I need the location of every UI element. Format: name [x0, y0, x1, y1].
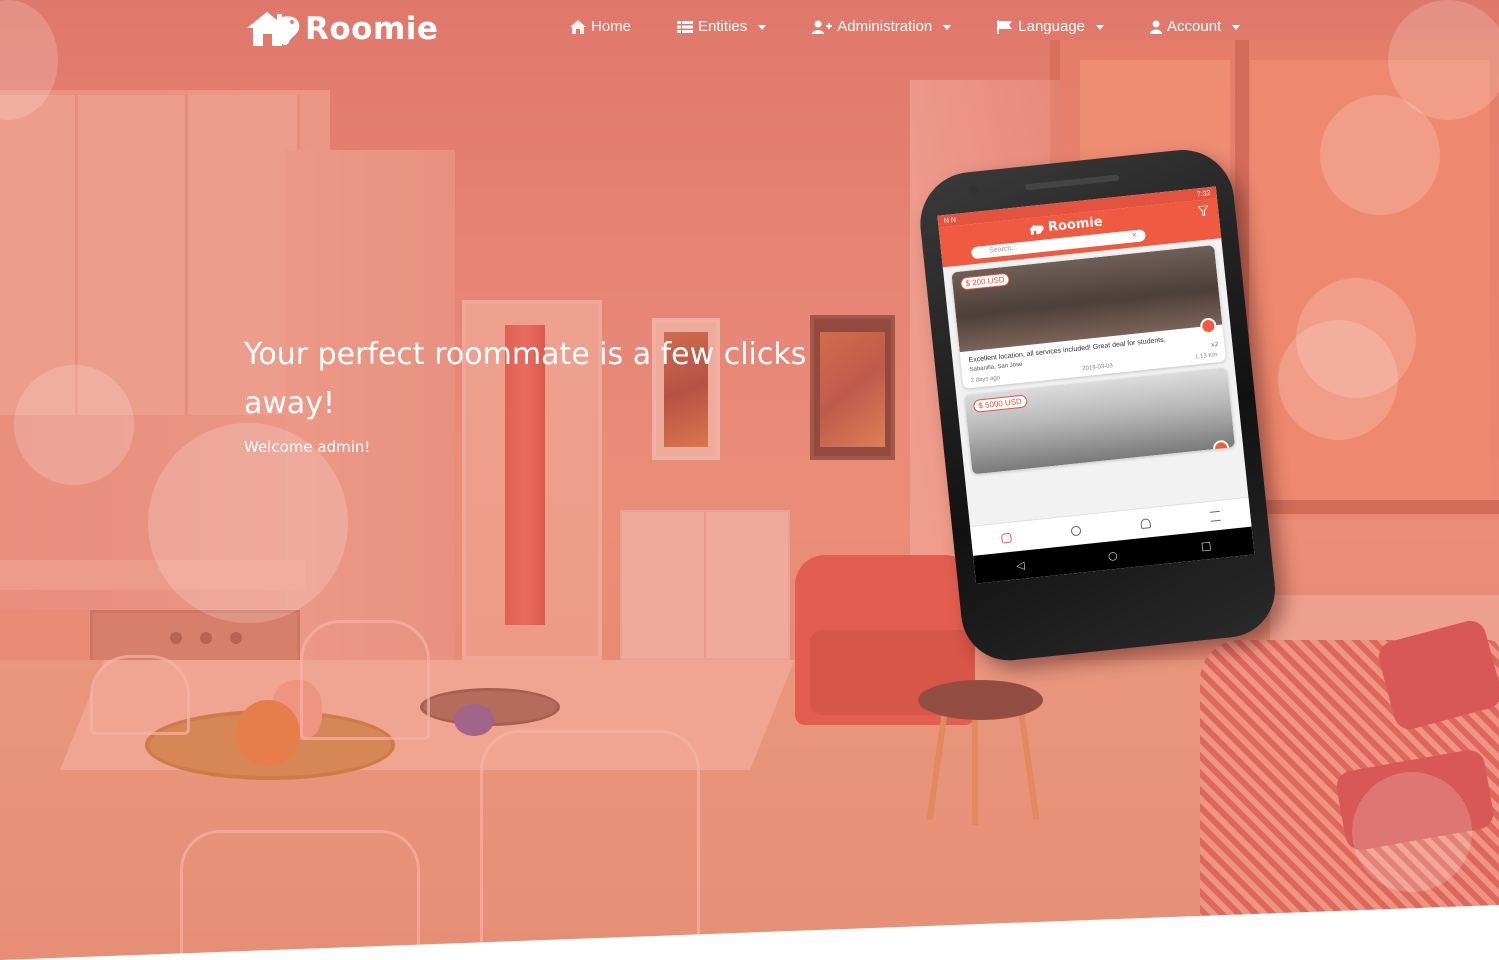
nav-home-label: Home: [591, 18, 632, 35]
nav-entities-label: Entities: [698, 18, 748, 35]
close-icon: ✕: [1131, 231, 1138, 240]
nav-account-label: Account: [1167, 18, 1222, 35]
decorative-bubble: [1352, 772, 1472, 892]
nav-language-label: Language: [1018, 18, 1086, 35]
listing-card: $ 200 USD Excellent location, all servic…: [951, 244, 1227, 389]
list-icon: [677, 20, 694, 33]
chevron-down-icon: [1232, 24, 1241, 30]
nav-language[interactable]: Language: [997, 18, 1105, 35]
listing-distance: 1.13 Km: [1194, 352, 1218, 361]
home-circle-icon: ○: [1107, 548, 1119, 563]
app-title-text: Roomie: [1047, 214, 1104, 236]
back-icon: ◁: [1015, 558, 1026, 572]
listing-posted: 2 days ago: [970, 375, 1001, 385]
filter-icon: [1197, 205, 1209, 217]
user-icon: [1070, 524, 1082, 536]
nav-home[interactable]: Home: [570, 18, 631, 35]
status-time: 7:32: [1196, 189, 1211, 198]
roomie-logo-icon: [247, 12, 300, 46]
decorative-bubble: [14, 365, 134, 485]
chevron-down-icon: [943, 24, 952, 30]
home-icon: [570, 19, 586, 34]
bottom-wave: [0, 905, 1499, 960]
brand-link[interactable]: Roomie: [245, 8, 438, 50]
flag-icon: [997, 19, 1013, 34]
hero-section: [0, 0, 1499, 960]
recents-icon: □: [1200, 538, 1212, 553]
user-plus-icon: [812, 20, 833, 34]
nav-entities[interactable]: Entities: [677, 18, 767, 35]
chevron-down-icon: [758, 24, 767, 30]
menu-icon: [1209, 510, 1221, 522]
roomie-logo-icon: [1028, 224, 1044, 235]
chevron-down-icon: [1096, 24, 1105, 30]
user-icon: [1150, 20, 1163, 34]
phone-screen: N N 7:32 Roomie Search... ✕ $ 200 USD Ex…: [937, 186, 1255, 584]
home-icon: [1000, 532, 1012, 544]
nav-account[interactable]: Account: [1150, 18, 1241, 35]
main-nav: Home Entities Administration Language Ac…: [570, 18, 1241, 35]
search-placeholder: Search...: [988, 244, 1018, 255]
phone-mockup: N N 7:32 Roomie Search... ✕ $ 200 USD Ex…: [915, 144, 1280, 666]
listing-date: 2019-03-03: [1082, 363, 1114, 373]
listing-count: x2: [1210, 341, 1219, 349]
hero-headline: Your perfect roommate is a few clicks aw…: [244, 337, 807, 421]
profile-icon: [1212, 439, 1230, 458]
nav-administration[interactable]: Administration: [812, 18, 952, 35]
nav-administration-label: Administration: [837, 18, 933, 35]
price-badge: $ 5000 USD: [972, 394, 1028, 413]
decorative-bubble: [1278, 320, 1398, 440]
notification-icon: N N: [943, 216, 957, 225]
navbar: Roomie Home Entities Administration Lang…: [0, 0, 1499, 60]
bell-icon: [1140, 517, 1152, 529]
price-badge: $ 200 USD: [959, 272, 1011, 291]
brand-name: Roomie: [305, 11, 439, 47]
welcome-message: Welcome admin!: [244, 438, 371, 456]
